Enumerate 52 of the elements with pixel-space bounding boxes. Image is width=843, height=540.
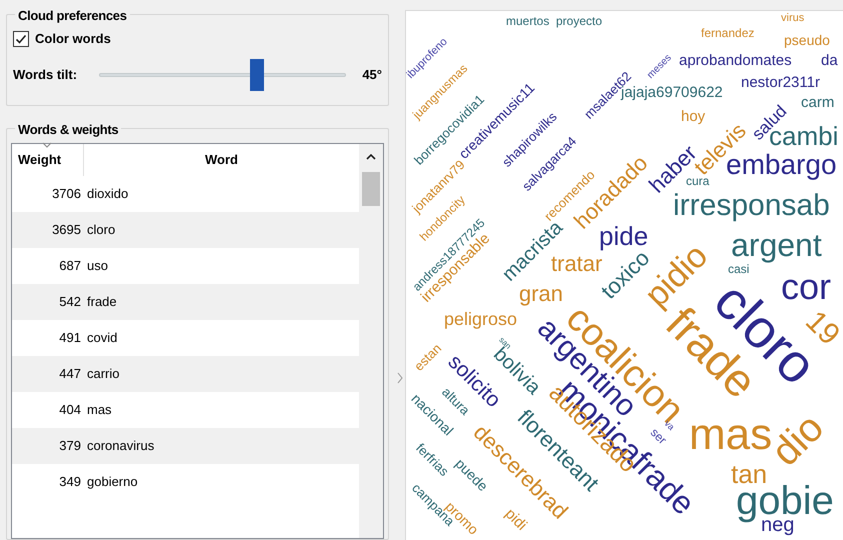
cloud-word: aprobandomates [679, 53, 792, 68]
cloud-word: tan [731, 461, 768, 487]
weight-cell-text: 404 [58, 400, 82, 419]
cloud-word: muertos [506, 15, 550, 27]
weight-cell-text: 3706 [51, 184, 82, 203]
cloud-word: neg [761, 515, 794, 535]
scrollbar[interactable] [359, 144, 383, 538]
cloud-word: carm [801, 95, 834, 110]
weight-cell-text: 379 [58, 436, 82, 455]
table-row[interactable]: 379 coronavirus [12, 428, 359, 464]
weight-cell-text: 447 [58, 364, 82, 383]
cloud-word: proyecto [556, 15, 602, 27]
word-cell-text: coronavirus [87, 436, 154, 455]
cloud-word: fernandez [701, 27, 754, 39]
color-words-checkbox[interactable]: Color words [13, 29, 382, 48]
cloud-word: argent [731, 229, 822, 261]
word-cell-text: covid [87, 328, 118, 347]
cloud-word: virus [781, 13, 804, 24]
word-cell-text: mas [87, 400, 112, 419]
cloud-word: peligroso [444, 310, 518, 328]
cloud-word: casi [728, 263, 750, 275]
cloud-word: da [821, 53, 838, 68]
slider-thumb[interactable] [250, 58, 264, 90]
weight-cell-text: 3695 [51, 220, 82, 239]
checkbox[interactable] [13, 30, 29, 47]
weight-cell-text: 687 [58, 256, 82, 275]
word-cell-text: cloro [87, 220, 116, 239]
word-cell-text: gobierno [87, 472, 138, 491]
table-row[interactable]: 542 frade [12, 284, 359, 320]
checkmark-icon [15, 32, 27, 45]
scroll-up-icon[interactable] [366, 154, 376, 160]
table-row[interactable]: 447 carrio [12, 356, 359, 392]
word-cell-text: carrio [87, 364, 120, 383]
column-header[interactable]: Word [84, 144, 359, 176]
word-cell-text: uso [87, 256, 108, 275]
weight-cell-text: 491 [58, 328, 82, 347]
tilt-slider[interactable] [99, 58, 346, 90]
cloud-word: hoy [681, 109, 706, 124]
cloud-word: mas [689, 413, 772, 457]
weight-cell-text: 542 [58, 292, 82, 311]
slider-label: Words tilt: [13, 66, 78, 84]
cloud-word: irresponsab [673, 191, 830, 221]
scrollbar-thumb[interactable] [362, 172, 380, 206]
slider-value: 45° [361, 66, 382, 84]
word-cell-text: frade [87, 292, 117, 311]
cloud-word: gran [519, 283, 564, 305]
cloud-word: nestor2311r [741, 75, 820, 90]
cloud-word: pseudo [784, 33, 830, 47]
word-cell-text: dioxido [87, 184, 128, 203]
checkbox-label: Color words [35, 30, 111, 48]
table-row[interactable]: 3695 cloro [12, 212, 359, 248]
weight-cell-text: 349 [58, 472, 82, 491]
